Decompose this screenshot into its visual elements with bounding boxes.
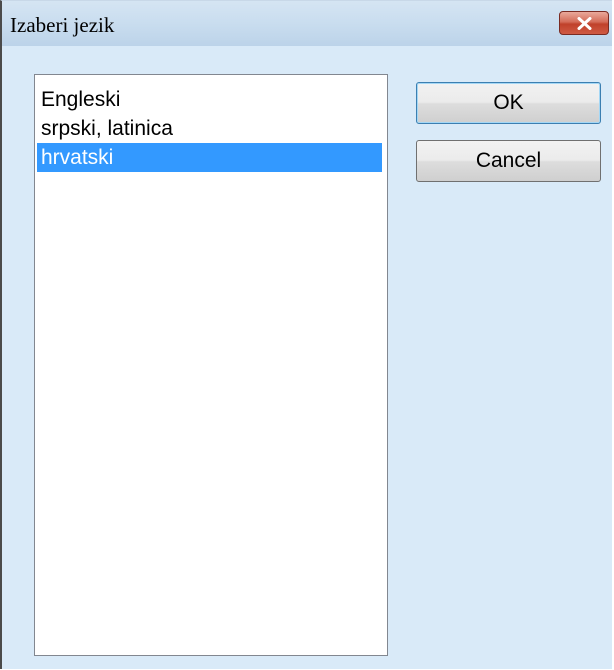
language-listbox[interactable]: Engleski srpski, latinica hrvatski: [34, 74, 388, 656]
list-item-engleski[interactable]: Engleski: [37, 85, 385, 114]
ok-button[interactable]: OK: [416, 82, 601, 124]
list-item-hrvatski[interactable]: hrvatski: [37, 143, 382, 172]
cancel-button[interactable]: Cancel: [416, 140, 601, 182]
title-bar[interactable]: Izaberi jezik: [2, 1, 612, 46]
close-button[interactable]: [559, 11, 609, 35]
list-item-srpski-latinica[interactable]: srpski, latinica: [37, 114, 385, 143]
close-icon: [577, 17, 592, 30]
language-dialog: Izaberi jezik Engleski srpski, latinica …: [0, 0, 612, 669]
window-title: Izaberi jezik: [10, 13, 115, 37]
